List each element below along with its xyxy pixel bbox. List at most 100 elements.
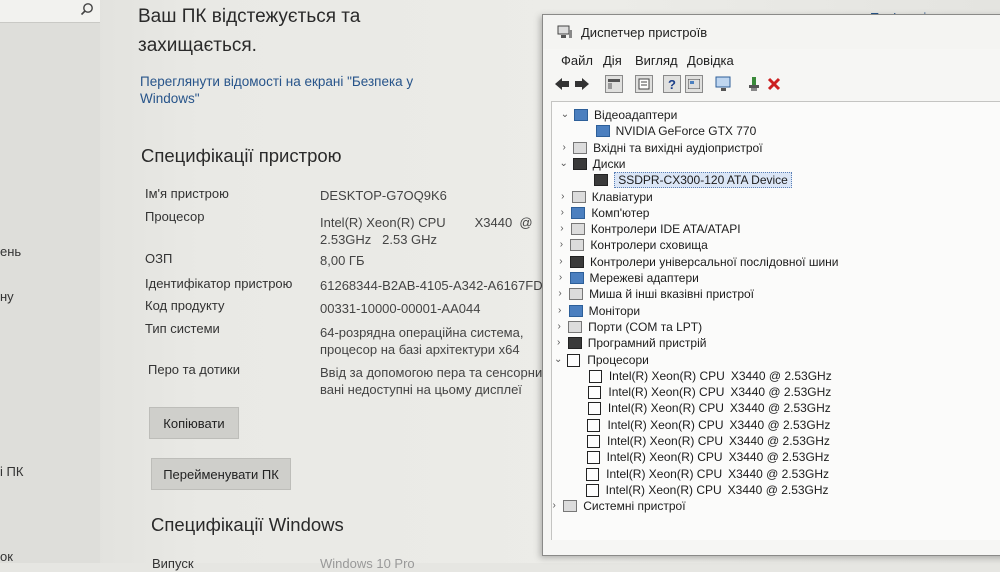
tree-item-label-detail: X3440 @ 2.53GHz <box>729 450 830 464</box>
keyboard-icon <box>572 191 586 203</box>
tree-category[interactable]: ›Системні пристрої <box>541 499 1000 515</box>
chevron-down-icon[interactable]: ⌄ <box>559 158 569 169</box>
chevron-down-icon[interactable]: ⌄ <box>560 109 570 120</box>
tree-item-label: Процесори <box>587 353 649 367</box>
menu-help[interactable]: Довідка <box>687 53 734 68</box>
toolbar: ? <box>549 73 1000 97</box>
tree-device[interactable]: Intel(R) Xeon(R) CPUX3440 @ 2.53GHz <box>544 401 1000 417</box>
tree-category[interactable]: ›Контролери універсальної послідовної ши… <box>548 255 1000 271</box>
processor-icon <box>586 484 599 497</box>
copy-button[interactable]: Копіювати <box>149 407 239 439</box>
spec-label: Ім'я пристрою <box>145 185 229 202</box>
tree-category[interactable]: › Клавіатури <box>550 190 1000 206</box>
tree-item-label: SSDPR-CX300-120 ATA Device <box>614 172 792 188</box>
chevron-right-icon[interactable]: › <box>555 305 565 316</box>
chevron-right-icon[interactable]: › <box>549 500 559 511</box>
chevron-right-icon[interactable]: › <box>556 272 566 283</box>
chevron-right-icon[interactable]: › <box>559 142 569 153</box>
processor-icon <box>587 419 600 432</box>
chevron-right-icon[interactable]: › <box>556 256 566 267</box>
tree-category[interactable]: ›Мережеві адаптери <box>548 271 1000 287</box>
title-bar[interactable]: Диспетчер пристроїв <box>543 15 1000 49</box>
tree-category[interactable]: › Миша й інші вказівні пристрої <box>547 287 1000 303</box>
search-input[interactable] <box>0 0 100 23</box>
uninstall-device-icon[interactable] <box>765 75 783 93</box>
tree-category[interactable]: ⌄ Процесори <box>545 353 1000 369</box>
spec-value: Intel(R) Xeon(R) CPU X3440 @ 2.53GHz 2.5… <box>320 214 533 248</box>
spec-value: Ввід за допомогою пера та сенсорни вані … <box>320 364 542 398</box>
chevron-right-icon[interactable]: › <box>557 207 567 218</box>
tree-category[interactable]: › Контролери сховища <box>548 238 1000 254</box>
spec-value: DESKTOP-G7OQ9K6 <box>320 187 447 204</box>
spec-label: Код продукту <box>145 297 224 314</box>
tree-device[interactable]: Intel(R) Xeon(R) CPUX3440 @ 2.53GHz <box>542 483 1000 499</box>
processor-icon <box>567 354 580 367</box>
search-icon <box>80 2 94 16</box>
nav-item[interactable]: ок <box>0 549 13 564</box>
tree-category[interactable]: ›Монітори <box>547 304 1000 320</box>
device-manager-window[interactable]: Диспетчер пристроїв Файл Дія Вигляд Дові… <box>542 14 1000 556</box>
tree-item-label: Intel(R) Xeon(R) CPU <box>607 418 723 432</box>
disk-drive-icon <box>573 158 587 170</box>
tree-item-label-detail: X3440 @ 2.53GHz <box>730 385 831 399</box>
tree-item-label: Intel(R) Xeon(R) CPU <box>608 401 724 415</box>
chevron-right-icon[interactable]: › <box>554 321 564 332</box>
nav-item[interactable]: і ПК <box>0 464 23 479</box>
menu-action[interactable]: Дія <box>603 53 622 68</box>
nav-item[interactable]: ень <box>0 244 21 259</box>
tree-device[interactable]: SSDPR-CX300-120 ATA Device <box>550 173 1000 189</box>
chevron-right-icon[interactable]: › <box>558 191 568 202</box>
tree-item-label: Клавіатури <box>592 190 653 204</box>
tree-item-label: Відеоадаптери <box>594 108 677 122</box>
chevron-right-icon[interactable]: › <box>556 239 566 250</box>
tree-device[interactable]: Intel(R) Xeon(R) CPUX3440 @ 2.53GHz <box>543 450 1000 466</box>
monitor-icon <box>569 305 583 317</box>
display-adapter-icon <box>596 125 610 137</box>
spec-label: Тип системи <box>145 320 220 337</box>
tree-item-label: Миша й інші вказівні пристрої <box>589 287 754 301</box>
chevron-right-icon[interactable]: › <box>557 223 567 234</box>
back-arrow-icon[interactable] <box>553 75 571 93</box>
tree-device[interactable]: Intel(R) Xeon(R) CPUX3440 @ 2.53GHz <box>545 369 1000 385</box>
menu-view[interactable]: Вигляд <box>635 53 678 68</box>
rename-pc-button[interactable]: Перейменувати ПК <box>151 458 291 490</box>
tree-item-label-detail: X3440 @ 2.53GHz <box>729 418 830 432</box>
scan-hardware-changes-icon[interactable] <box>715 75 733 93</box>
tree-category[interactable]: ›Порти (COM та LPT) <box>546 320 1000 336</box>
tree-item-label: Програмний пристрій <box>588 336 707 350</box>
show-hide-console-tree-icon[interactable] <box>605 75 623 93</box>
tree-category[interactable]: › Комп'ютер <box>549 206 1000 222</box>
nav-item[interactable]: ну <box>0 289 14 304</box>
computer-icon <box>571 207 585 219</box>
forward-arrow-icon[interactable] <box>573 75 591 93</box>
tree-item-label: Intel(R) Xeon(R) CPU <box>608 385 724 399</box>
tree-category[interactable]: ⌄Диски <box>551 157 1000 173</box>
security-details-link[interactable]: Переглянути відомості на екрані "Безпека… <box>140 73 440 107</box>
tree-item-label: Контролери IDE ATA/ATAPI <box>591 222 741 236</box>
properties-icon[interactable] <box>635 75 653 93</box>
system-device-icon <box>563 500 577 512</box>
tree-device[interactable]: Intel(R) Xeon(R) CPU X3440 @ 2.53GHz <box>543 418 1000 434</box>
tree-device[interactable]: Intel(R) Xeon(R) CPU X3440 @ 2.53GHz <box>544 385 1000 401</box>
menu-file[interactable]: Файл <box>561 53 593 68</box>
chevron-down-icon[interactable]: ⌄ <box>553 354 563 365</box>
spec-label: Ідентифікатор пристрою <box>145 275 292 292</box>
tree-item-label: Комп'ютер <box>591 206 649 220</box>
help-icon[interactable]: ? <box>663 75 681 93</box>
chevron-right-icon[interactable]: › <box>555 288 565 299</box>
device-tree[interactable]: ⌄ Відеоадаптери NVIDIA GeForce GTX 770›Вхі… <box>551 101 1000 540</box>
tree-category[interactable]: ›Вхідні та вихідні аудіопристрої <box>551 141 1000 157</box>
spec-value: 00331-10000-00001-AA044 <box>320 300 480 317</box>
tree-category[interactable]: › Програмний пристрій <box>546 336 1000 352</box>
tree-device[interactable]: NVIDIA GeForce GTX 770 <box>552 124 1000 140</box>
update-driver-icon[interactable] <box>745 75 763 93</box>
chevron-right-icon[interactable]: › <box>554 337 564 348</box>
view-resources-icon[interactable] <box>685 75 703 93</box>
tree-device[interactable]: Intel(R) Xeon(R) CPUX3440 @ 2.53GHz <box>542 467 1000 483</box>
tree-item-label-detail: X3440 @ 2.53GHz <box>729 434 830 448</box>
tree-category[interactable]: ⌄ Відеоадаптери <box>552 108 1000 124</box>
tree-category[interactable]: › Контролери IDE ATA/ATAPI <box>549 222 1000 238</box>
tree-item-label: Контролери сховища <box>590 238 707 252</box>
device-manager-icon <box>557 25 573 39</box>
tree-device[interactable]: Intel(R) Xeon(R) CPUX3440 @ 2.53GHz <box>543 434 1000 450</box>
